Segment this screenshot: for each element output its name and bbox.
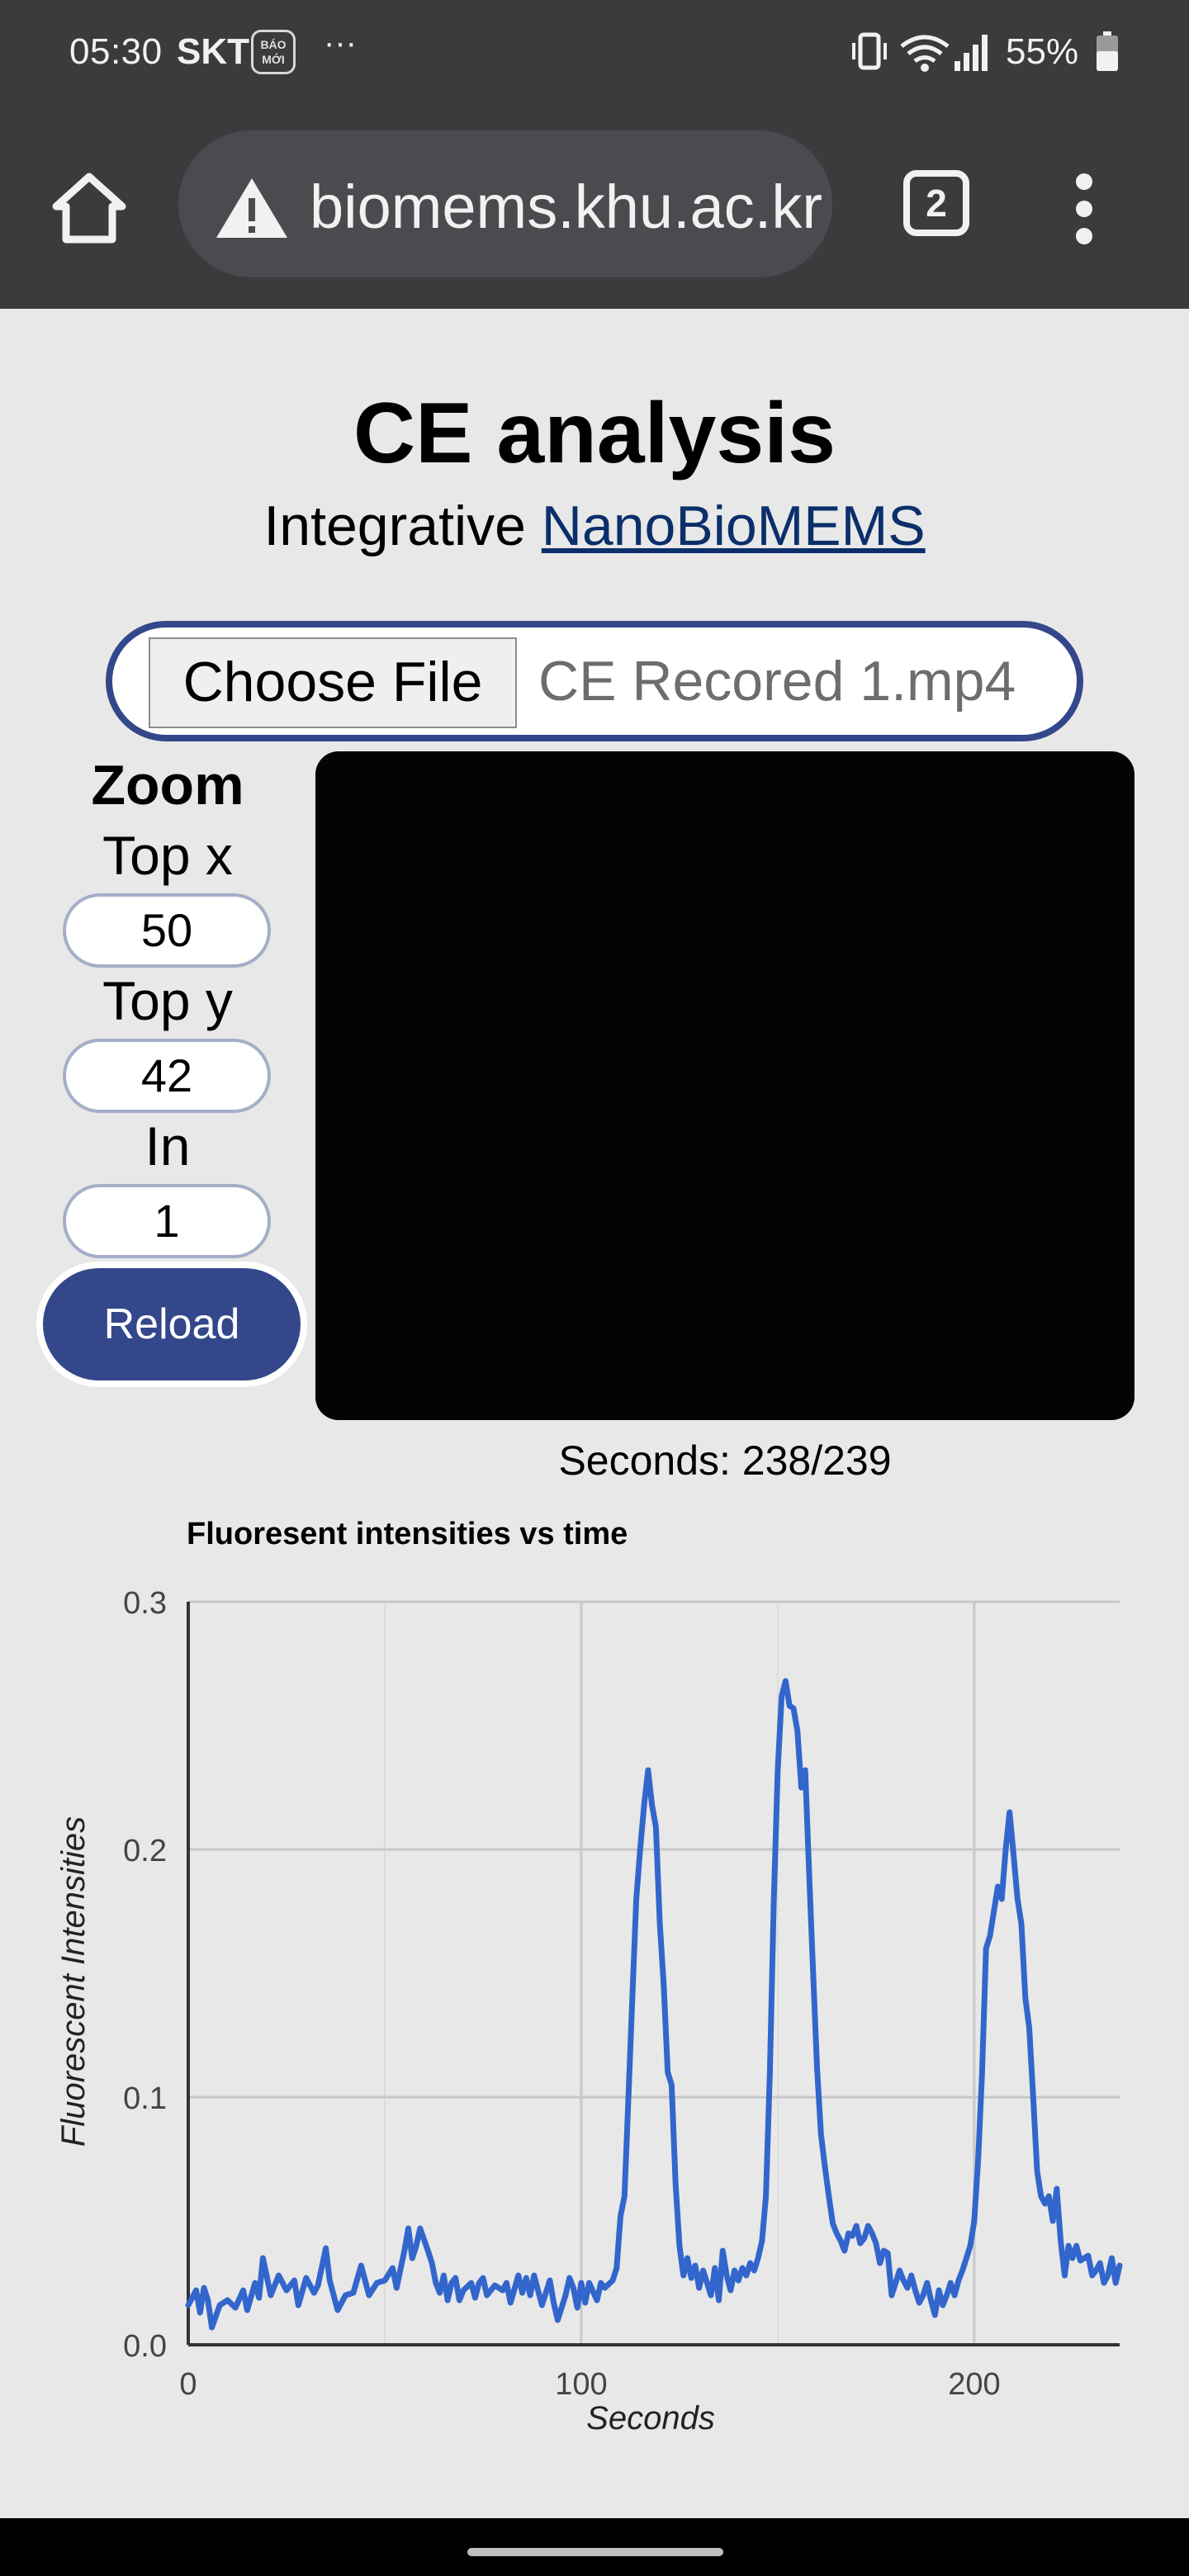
- chart-gridlines: [188, 1600, 1120, 2345]
- video-canvas[interactable]: [315, 751, 1135, 1420]
- seconds-readout: Seconds: 238/239: [558, 1437, 892, 1484]
- address-bar[interactable]: nanobiomems.khu.ac.kr: [178, 130, 832, 277]
- home-gesture-handle[interactable]: [467, 2548, 723, 2556]
- page-title: CE analysis: [353, 386, 836, 481]
- tab-switcher-button[interactable]: 2: [903, 170, 969, 236]
- chart-axes: [187, 1602, 1120, 2346]
- top-x-input[interactable]: 50: [63, 893, 271, 968]
- status-carrier: SKT: [177, 31, 249, 72]
- x-tick-label: 0: [179, 2367, 197, 2402]
- warning-icon[interactable]: [215, 177, 289, 239]
- battery-icon: [1097, 31, 1118, 71]
- status-time: 05:30: [69, 31, 163, 72]
- chart-series: [185, 1678, 1123, 2331]
- y-axis-label: Fluorescent Intensities: [55, 1816, 92, 2147]
- vibrate-icon: [852, 32, 887, 70]
- zoom-in-label: In: [144, 1115, 191, 1177]
- top-x-label: Top x: [102, 825, 233, 886]
- x-tick-label: 200: [948, 2367, 1000, 2402]
- chart-title: Fluoresent intensities vs time: [187, 1517, 628, 1551]
- chart-ticks: 0.0 0.1 0.2 0.3 0 100 200: [123, 1586, 1000, 2402]
- home-icon[interactable]: [48, 167, 130, 249]
- y-tick-label: 0.3: [123, 1586, 167, 1621]
- status-bar: 05:30 SKT BÁO MỚI ··· 55%: [0, 0, 1189, 104]
- y-tick-label: 0.2: [123, 1834, 167, 1868]
- more-vert-icon[interactable]: [1065, 172, 1103, 246]
- zoom-in-input[interactable]: 1: [63, 1184, 271, 1258]
- status-icons: [852, 32, 988, 72]
- tab-count: 2: [926, 182, 947, 225]
- battery-percent: 55%: [1006, 31, 1079, 72]
- intensity-series-line: [185, 1678, 1123, 2331]
- nanobiomems-link[interactable]: NanoBioMEMS: [542, 495, 926, 557]
- wifi-icon: [900, 35, 950, 72]
- page-subtitle: Integrative NanoBioMEMS: [0, 494, 1189, 558]
- signal-icon: [955, 35, 988, 71]
- y-tick-label: 0.1: [123, 2081, 167, 2116]
- zoom-heading: Zoom: [91, 754, 244, 817]
- intensity-chart: Fluoresent intensities vs time 0.0 0.1 0.2…: [55, 1517, 1123, 2436]
- news-badge-label: BÁO MỚI: [260, 38, 287, 66]
- top-y-input[interactable]: 42: [63, 1039, 271, 1113]
- file-input[interactable]: Choose File CE Recored 1.mp4: [106, 621, 1083, 741]
- more-notifications-icon: ···: [324, 25, 357, 61]
- selected-file-name: CE Recored 1.mp4: [538, 650, 1016, 713]
- x-tick-label: 100: [555, 2367, 607, 2402]
- subtitle-prefix: Integrative: [263, 495, 526, 557]
- x-axis-label: Seconds: [586, 2400, 715, 2436]
- reload-button[interactable]: Reload: [43, 1268, 301, 1380]
- choose-file-button[interactable]: Choose File: [149, 637, 517, 728]
- y-tick-label: 0.0: [123, 2329, 167, 2364]
- browser-toolbar: nanobiomems.khu.ac.kr 2: [0, 104, 1189, 309]
- top-y-label: Top y: [102, 970, 233, 1031]
- system-nav-bar: [0, 2518, 1189, 2576]
- news-app-icon: BÁO MỚI: [251, 30, 296, 74]
- url-text[interactable]: nanobiomems.khu.ac.kr: [310, 172, 822, 242]
